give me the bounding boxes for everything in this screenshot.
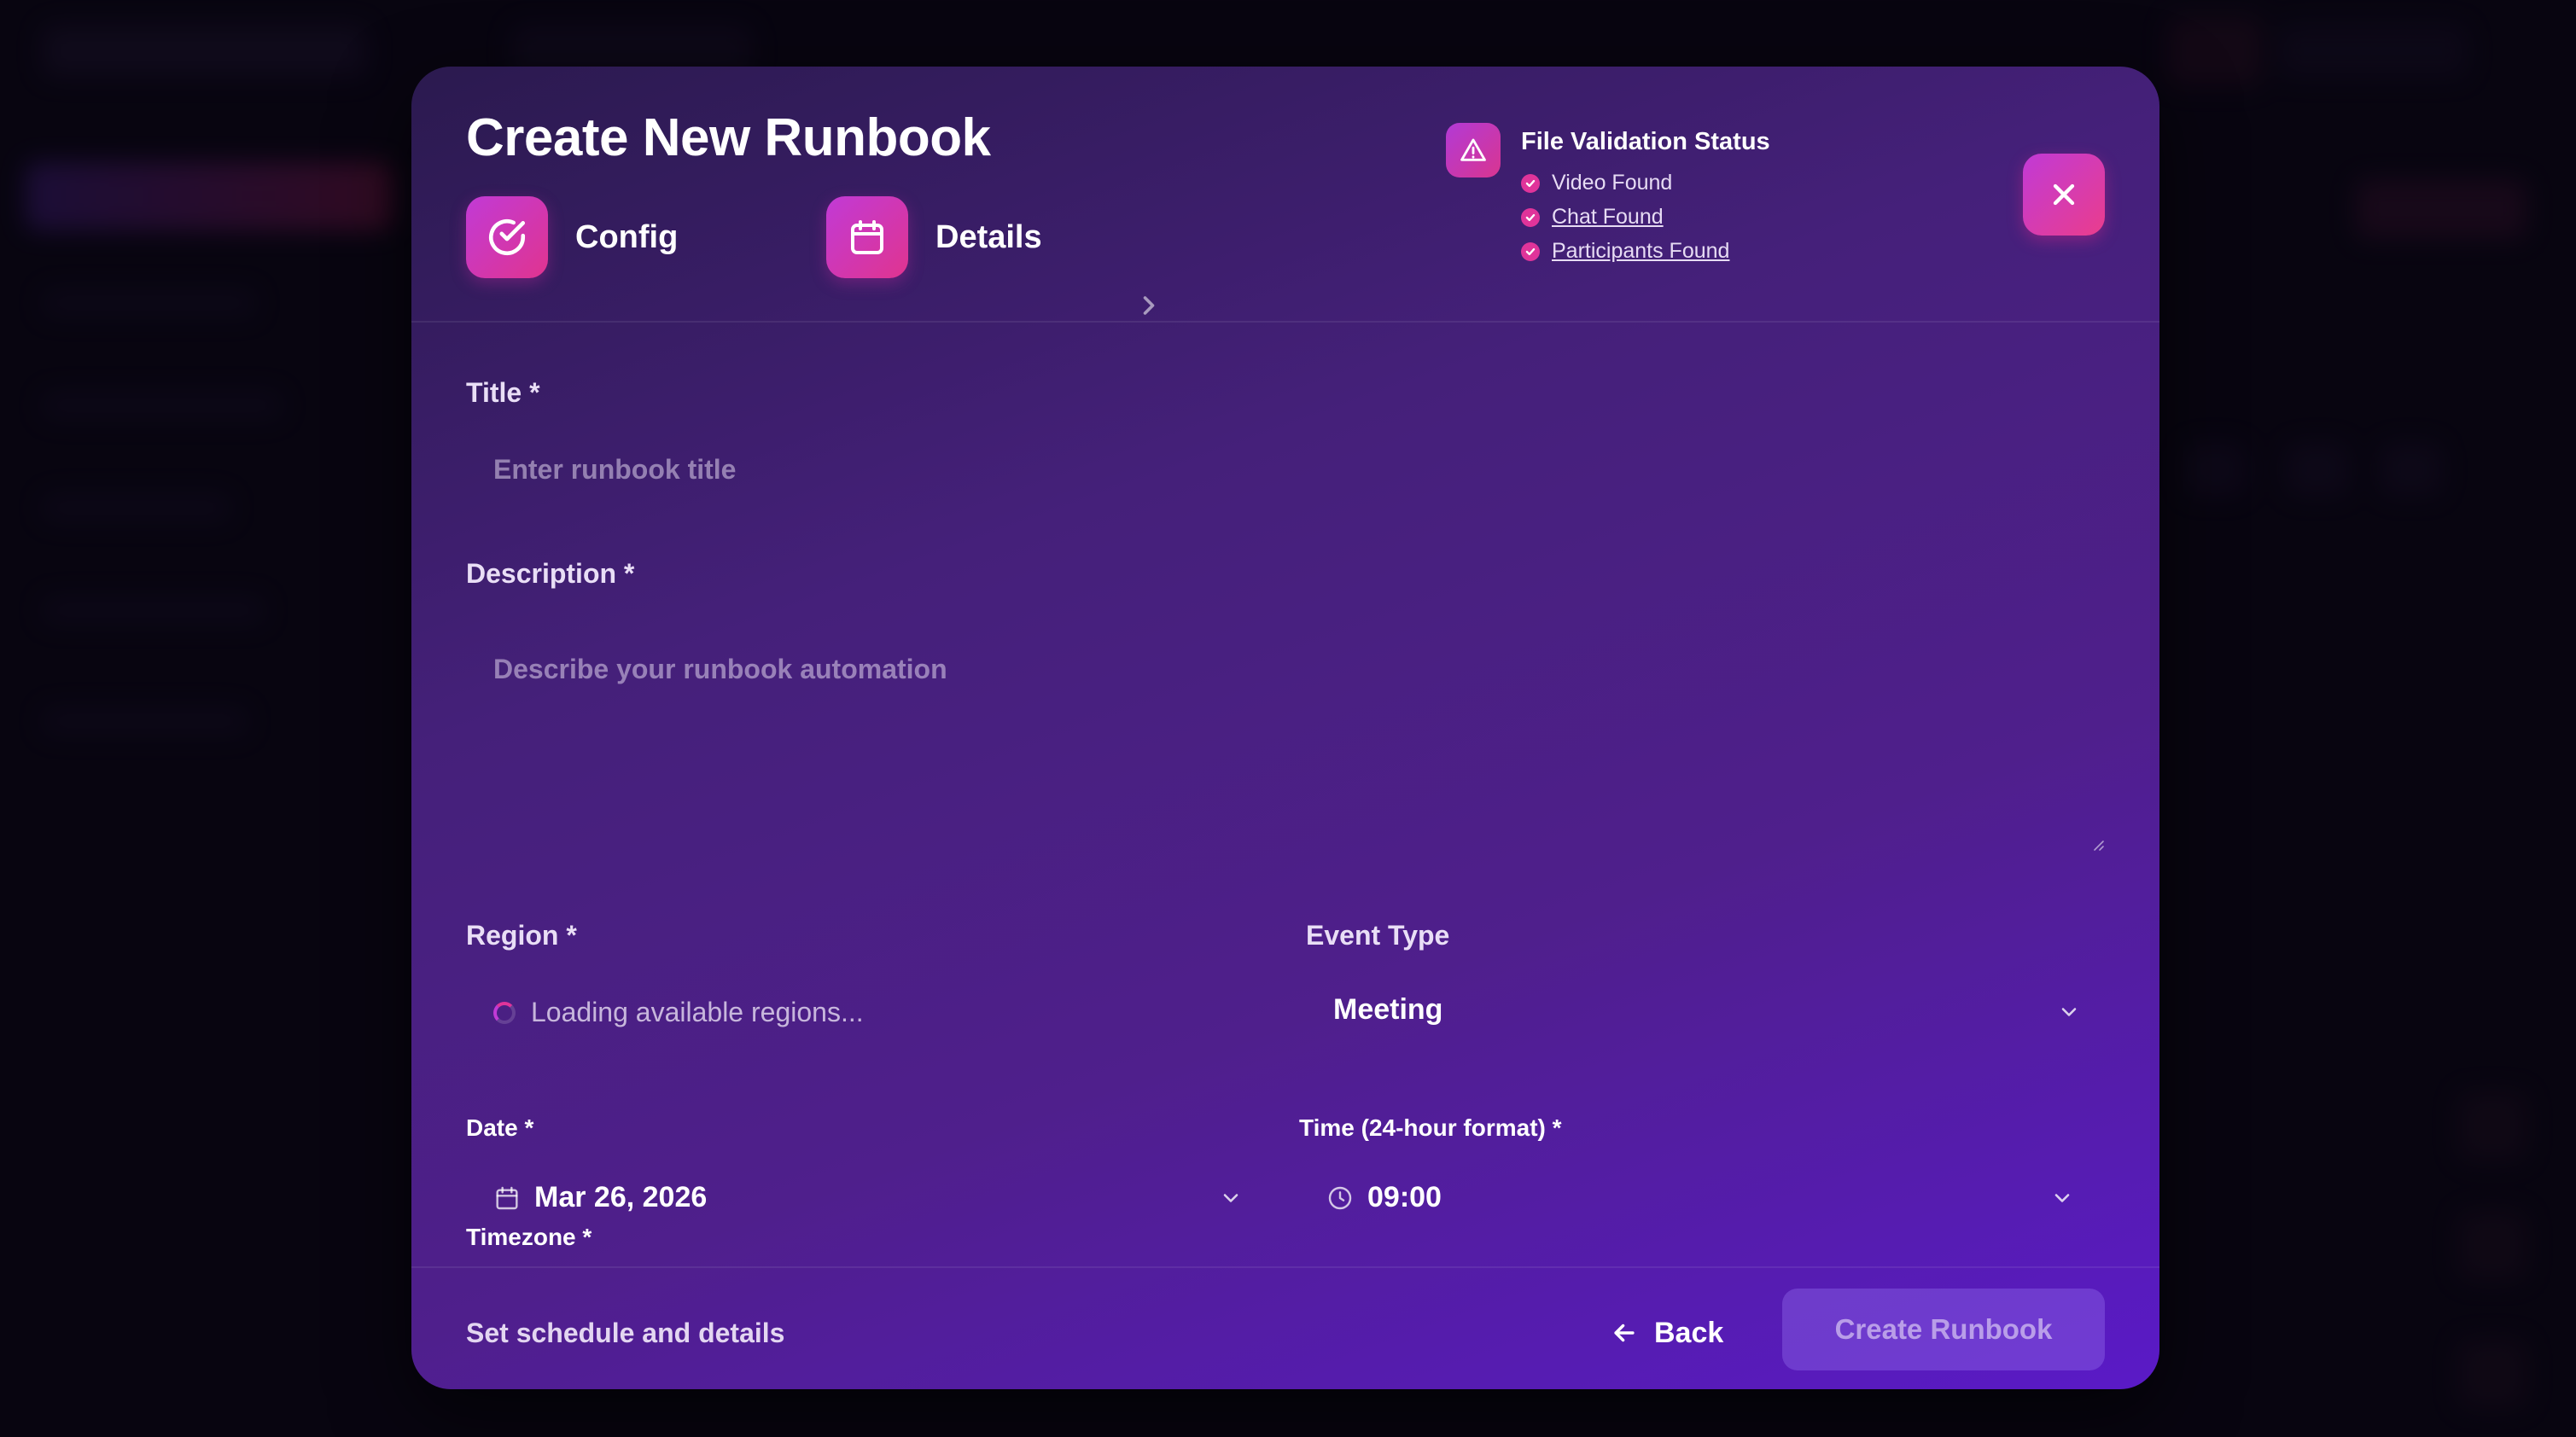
check-icon — [1521, 207, 1540, 227]
check-icon — [1521, 173, 1540, 193]
validation-item-label: Video Found — [1552, 171, 1673, 195]
validation-item-participants[interactable]: Participants Found — [1521, 239, 1729, 264]
event-type-select[interactable]: Meeting — [1333, 993, 1442, 1027]
description-textarea[interactable]: Describe your runbook automation — [466, 654, 2105, 852]
arrow-left-icon — [1614, 1324, 1635, 1342]
region-select[interactable]: Loading available regions... — [493, 997, 864, 1028]
back-label: Back — [1654, 1316, 1724, 1349]
title-label: Title * — [466, 377, 540, 408]
calendar-icon — [496, 1186, 518, 1209]
close-icon — [2053, 183, 2075, 206]
timezone-label: Timezone * — [466, 1224, 592, 1250]
check-circle-icon — [466, 196, 548, 278]
chevron-down-icon[interactable] — [2050, 1186, 2074, 1210]
validation-item-chat[interactable]: Chat Found — [1521, 205, 1664, 230]
modal-title: Create New Runbook — [466, 108, 991, 167]
modal-header: Create New Runbook Config Details File V… — [411, 67, 2159, 323]
create-runbook-modal: Create New Runbook Config Details File V… — [411, 67, 2159, 1389]
chevron-down-icon[interactable] — [2057, 1000, 2081, 1024]
clock-icon — [1328, 1186, 1352, 1209]
description-placeholder: Describe your runbook automation — [493, 654, 947, 684]
date-label: Date * — [466, 1114, 534, 1141]
time-picker[interactable]: 09:00 — [1326, 1181, 1442, 1214]
description-label: Description * — [466, 558, 635, 589]
chevron-down-icon[interactable] — [1219, 1186, 1243, 1210]
footer-hint: Set schedule and details — [466, 1318, 785, 1348]
step-config[interactable]: Config — [466, 196, 678, 278]
date-value: Mar 26, 2026 — [534, 1181, 708, 1213]
event-type-value: Meeting — [1333, 993, 1443, 1026]
create-runbook-button[interactable]: Create Runbook — [1782, 1289, 2105, 1370]
modal-footer: Set schedule and details Back Create Run… — [411, 1266, 2159, 1389]
validation-item-label[interactable]: Chat Found — [1552, 205, 1664, 230]
step-config-label: Config — [575, 218, 679, 255]
resize-handle-icon[interactable] — [2089, 836, 2105, 852]
calendar-icon — [826, 196, 908, 278]
region-loading-text: Loading available regions... — [531, 997, 864, 1027]
region-label: Region * — [466, 920, 577, 951]
title-input[interactable]: Enter runbook title — [493, 454, 736, 486]
step-details[interactable]: Details — [826, 196, 1042, 278]
validation-title: File Validation Status — [1521, 128, 1770, 155]
validation-item-label[interactable]: Participants Found — [1552, 239, 1729, 264]
step-details-label: Details — [935, 218, 1042, 255]
chevron-right-icon — [1143, 296, 1155, 315]
close-button[interactable] — [2023, 154, 2105, 236]
time-label: Time (24-hour format) * — [1299, 1114, 1562, 1141]
back-button[interactable]: Back — [1610, 1307, 1723, 1358]
time-value: 09:00 — [1367, 1181, 1442, 1213]
loading-spinner-icon — [493, 1001, 516, 1024]
warning-triangle-icon — [1446, 123, 1501, 177]
event-type-label: Event Type — [1306, 920, 1450, 951]
date-picker[interactable]: Mar 26, 2026 — [493, 1181, 707, 1214]
check-icon — [1521, 241, 1540, 261]
validation-item-video: Video Found — [1521, 171, 1672, 195]
